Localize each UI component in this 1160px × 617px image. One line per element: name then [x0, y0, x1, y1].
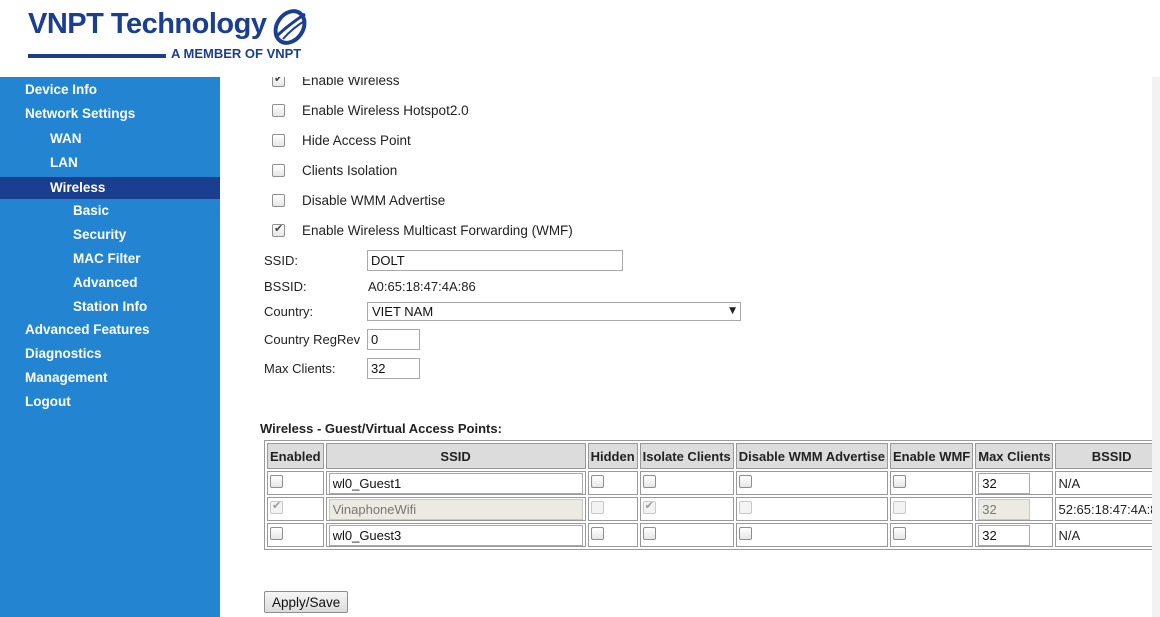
vertical-scrollbar[interactable]: [1152, 77, 1160, 617]
option-label: Enable Wireless Multicast Forwarding (WM…: [302, 222, 573, 238]
option-enable-wireless[interactable]: Enable Wireless: [272, 77, 400, 90]
sidebar-item-network-settings[interactable]: Network Settings: [0, 103, 220, 125]
brand-title: VNPT Technology: [28, 8, 267, 40]
checkbox-enable-wmf[interactable]: [272, 222, 285, 237]
row-hidden-checkbox[interactable]: [590, 475, 604, 488]
row-wmf-checkbox[interactable]: [892, 527, 906, 540]
bssid-value: A0:65:18:47:4A:86: [368, 279, 476, 294]
checkbox-enable-hotspot[interactable]: [272, 103, 285, 117]
brand-subtitle: A MEMBER OF VNPT: [171, 46, 302, 61]
ssid-label: SSID:: [264, 253, 298, 268]
col-header-enabled: Enabled: [267, 443, 324, 469]
sidebar-item-logout[interactable]: Logout: [0, 391, 220, 413]
sidebar-item-station-info[interactable]: Station Info: [0, 296, 220, 318]
option-disable-wmm[interactable]: Disable WMM Advertise: [272, 190, 445, 210]
sidebar-item-wan[interactable]: WAN: [0, 128, 220, 150]
table-header-row: Enabled SSID Hidden Isolate Clients Disa…: [267, 443, 1160, 469]
row-disable-wmm-checkbox[interactable]: [738, 527, 752, 540]
checkbox-hide-access-point[interactable]: [272, 133, 285, 147]
ssid-input[interactable]: [367, 250, 623, 271]
option-enable-wmf[interactable]: Enable Wireless Multicast Forwarding (WM…: [272, 220, 573, 240]
row-enabled-checkbox[interactable]: [270, 499, 283, 514]
table-row: N/A: [267, 471, 1160, 495]
row-enabled-checkbox[interactable]: [270, 527, 283, 540]
sidebar-item-lan[interactable]: LAN: [0, 152, 220, 174]
sidebar-item-diagnostics[interactable]: Diagnostics: [0, 343, 220, 365]
col-header-max-clients: Max Clients: [975, 443, 1054, 469]
vnpt-logo-icon: [273, 9, 307, 45]
row-ssid-input[interactable]: [328, 524, 583, 546]
row-isolate-checkbox[interactable]: [642, 475, 656, 488]
chevron-down-icon: ▼: [729, 306, 736, 316]
option-clients-isolation[interactable]: Clients Isolation: [272, 160, 397, 180]
sidebar-item-basic[interactable]: Basic: [0, 200, 220, 222]
col-header-hidden: Hidden: [587, 443, 638, 469]
sidebar-item-management[interactable]: Management: [0, 367, 220, 389]
col-header-enable-wmf: Enable WMF: [889, 443, 974, 469]
checkbox-disable-wmm[interactable]: [272, 193, 285, 207]
country-select-value: VIET NAM: [372, 304, 434, 319]
row-disable-wmm-checkbox[interactable]: [738, 475, 752, 488]
row-bssid: 52:65:18:47:4A:84: [1055, 497, 1160, 521]
option-label: Clients Isolation: [302, 162, 398, 178]
checkbox-clients-isolation[interactable]: [272, 163, 285, 177]
option-label: Disable WMM Advertise: [302, 192, 446, 208]
max-clients-label: Max Clients:: [264, 361, 336, 376]
row-hidden-checkbox[interactable]: [590, 501, 604, 514]
option-label: Enable Wireless: [302, 77, 400, 88]
regrev-input[interactable]: [367, 329, 420, 350]
col-header-bssid: BSSID: [1055, 443, 1160, 469]
row-ssid-input[interactable]: [328, 472, 583, 494]
row-bssid: N/A: [1055, 471, 1160, 495]
row-bssid: N/A: [1055, 523, 1160, 547]
option-label: Hide Access Point: [302, 132, 411, 148]
option-label: Enable Wireless Hotspot2.0: [302, 102, 469, 118]
country-select[interactable]: VIET NAM ▼: [367, 302, 741, 321]
col-header-disable-wmm: Disable WMM Advertise: [735, 443, 888, 469]
row-wmf-checkbox[interactable]: [892, 501, 906, 514]
option-enable-hotspot[interactable]: Enable Wireless Hotspot2.0: [272, 100, 469, 120]
apply-save-button[interactable]: Apply/Save: [264, 591, 349, 613]
sidebar-item-advanced[interactable]: Advanced: [0, 272, 220, 294]
row-wmf-checkbox[interactable]: [892, 475, 906, 488]
guest-ap-table: Enabled SSID Hidden Isolate Clients Disa…: [264, 440, 1160, 550]
row-max-clients-input[interactable]: [978, 524, 1031, 546]
table-row: N/A: [267, 523, 1160, 547]
row-hidden-checkbox[interactable]: [590, 527, 604, 540]
header: VNPT Technology A MEMBER OF VNPT: [0, 0, 1160, 77]
sidebar-item-security[interactable]: Security: [0, 224, 220, 246]
main-content: Enable Wireless Enable Wireless Hotspot2…: [220, 77, 1160, 617]
sidebar-nav: Device Info Network Settings WAN LAN Wir…: [0, 77, 220, 617]
row-isolate-checkbox[interactable]: [642, 527, 656, 540]
row-ssid-input[interactable]: [328, 498, 583, 520]
row-max-clients-input[interactable]: [978, 498, 1031, 520]
brand-divider: [28, 54, 166, 58]
row-enabled-checkbox[interactable]: [270, 475, 283, 488]
col-header-isolate: Isolate Clients: [639, 443, 734, 469]
sidebar-item-device-info[interactable]: Device Info: [0, 79, 220, 101]
row-isolate-checkbox[interactable]: [642, 499, 656, 514]
bssid-label: BSSID:: [264, 279, 307, 294]
sidebar-item-mac-filter[interactable]: MAC Filter: [0, 248, 220, 270]
col-header-ssid: SSID: [325, 443, 586, 469]
max-clients-input[interactable]: [367, 358, 420, 379]
row-disable-wmm-checkbox[interactable]: [738, 501, 752, 514]
option-hide-access-point[interactable]: Hide Access Point: [272, 130, 411, 150]
country-label: Country:: [264, 304, 314, 319]
row-max-clients-input[interactable]: [978, 472, 1031, 494]
regrev-label: Country RegRev: [264, 332, 361, 347]
sidebar-item-advanced-features[interactable]: Advanced Features: [0, 319, 220, 341]
table-row: 52:65:18:47:4A:84: [267, 497, 1160, 521]
sidebar-item-wireless[interactable]: Wireless: [0, 177, 220, 199]
checkbox-enable-wireless[interactable]: [272, 77, 285, 87]
guest-ap-section-title: Wireless - Guest/Virtual Access Points:: [260, 421, 502, 436]
